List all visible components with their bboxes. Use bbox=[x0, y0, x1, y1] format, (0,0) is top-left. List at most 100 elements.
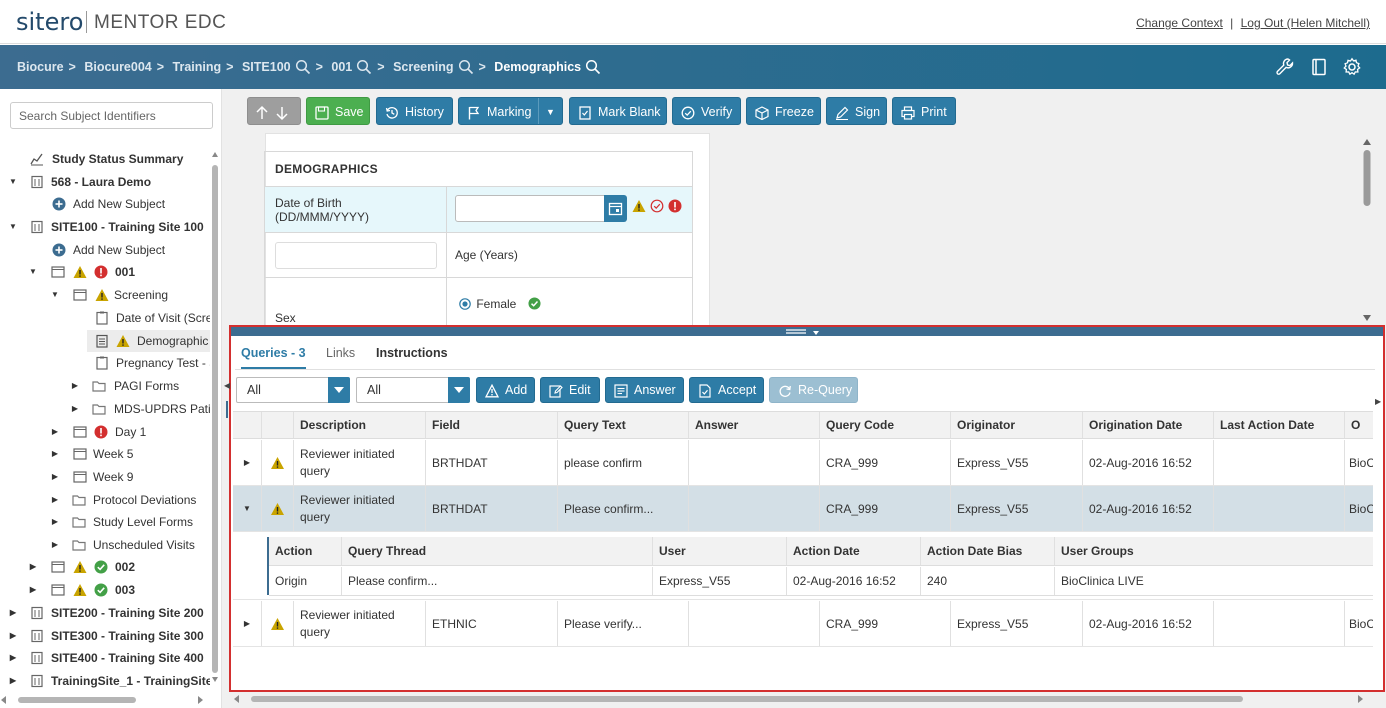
tree-item-subject-002[interactable]: ▶ 002 bbox=[28, 556, 135, 578]
tree-item-subject-003[interactable]: ▶ 003 bbox=[28, 579, 135, 601]
tree-item-week9[interactable]: ▶ Week 9 bbox=[50, 466, 134, 488]
caret-right-icon[interactable]: ▶ bbox=[28, 579, 38, 601]
error-icon[interactable] bbox=[668, 199, 682, 213]
tree-item-date-of-visit[interactable]: Date of Visit (Scre bbox=[95, 307, 210, 329]
thread-column-header[interactable]: Action bbox=[269, 537, 341, 565]
freeze-button[interactable]: Freeze bbox=[746, 97, 821, 125]
tree-item-protocol-deviations[interactable]: ▶ Protocol Deviations bbox=[50, 489, 196, 511]
sidebar-vertical-scrollbar[interactable] bbox=[211, 151, 219, 683]
thread-column-header[interactable]: User Groups bbox=[1054, 537, 1373, 565]
requery-button[interactable]: Re-Query bbox=[769, 377, 858, 403]
column-header[interactable]: O bbox=[1344, 412, 1373, 438]
tree-item-site300[interactable]: ▶ SITE300 - Training Site 300 bbox=[8, 625, 204, 647]
caret-right-icon[interactable]: ▶ bbox=[8, 670, 18, 691]
answer-query-button[interactable]: Answer bbox=[605, 377, 684, 403]
tab-instructions[interactable]: Instructions bbox=[376, 343, 448, 369]
scroll-left-icon[interactable]: ◀ bbox=[224, 381, 230, 390]
form-vertical-scrollbar[interactable] bbox=[1360, 135, 1374, 325]
thread-row[interactable]: Origin Please confirm... Express_V55 02-… bbox=[269, 567, 1373, 596]
tree-item-unscheduled-visits[interactable]: ▶ Unscheduled Visits bbox=[50, 534, 195, 556]
verified-icon[interactable] bbox=[650, 199, 664, 213]
caret-down-icon[interactable]: ▼ bbox=[233, 486, 261, 531]
arrow-up-icon[interactable] bbox=[254, 105, 270, 121]
logout-link[interactable]: Log Out (Helen Mitchell) bbox=[1241, 16, 1370, 30]
breadcrumb-item-site100[interactable]: SITE100 bbox=[242, 60, 291, 74]
tab-links[interactable]: Links bbox=[326, 343, 355, 369]
search-icon[interactable] bbox=[356, 59, 372, 75]
table-row-selected[interactable]: ▼ Reviewer initiated query BRTHDAT Pleas… bbox=[233, 486, 1373, 532]
tree-item-study-level-forms[interactable]: ▶ Study Level Forms bbox=[50, 511, 193, 533]
search-icon[interactable] bbox=[295, 59, 311, 75]
panel-splitter[interactable] bbox=[231, 327, 1383, 336]
tree-item-site400[interactable]: ▶ SITE400 - Training Site 400 bbox=[8, 647, 204, 669]
column-header[interactable]: Origination Date bbox=[1082, 412, 1213, 438]
history-button[interactable]: History bbox=[376, 97, 453, 125]
tree-item-screening[interactable]: ▼ Screening bbox=[50, 284, 168, 306]
caret-down-icon[interactable]: ▼ bbox=[50, 284, 60, 306]
column-header[interactable]: Description bbox=[293, 412, 425, 438]
caret-right-icon[interactable]: ▶ bbox=[233, 601, 261, 646]
type-filter-toggle[interactable] bbox=[448, 377, 470, 403]
breadcrumb-item-biocure[interactable]: Biocure bbox=[17, 60, 64, 74]
caret-right-icon[interactable]: ▶ bbox=[233, 440, 261, 485]
accept-query-button[interactable]: Accept bbox=[689, 377, 764, 403]
thread-column-header[interactable]: Action Date Bias bbox=[920, 537, 1054, 565]
tree-item-pagi-forms[interactable]: ▶ PAGI Forms bbox=[70, 375, 179, 397]
tree-item-week5[interactable]: ▶ Week 5 bbox=[50, 443, 134, 465]
arrow-down-icon[interactable] bbox=[274, 105, 290, 121]
caret-right-icon[interactable]: ▶ bbox=[50, 511, 60, 533]
breadcrumb-item-001[interactable]: 001 bbox=[331, 60, 352, 74]
print-button[interactable]: Print bbox=[892, 97, 956, 125]
tree-item-site100[interactable]: ▼ SITE100 - Training Site 100 bbox=[8, 216, 204, 238]
save-button[interactable]: Save bbox=[306, 97, 370, 125]
add-new-subject-link[interactable]: Add New Subject bbox=[52, 239, 165, 261]
table-row[interactable]: ▶ Reviewer initiated query BRTHDAT pleas… bbox=[233, 440, 1373, 486]
status-filter-select[interactable]: All bbox=[236, 377, 334, 403]
edit-query-button[interactable]: Edit bbox=[540, 377, 600, 403]
grid-horizontal-scrollbar[interactable] bbox=[233, 693, 1371, 705]
caret-right-icon[interactable]: ▶ bbox=[8, 625, 18, 647]
tree-item-demographics[interactable]: Demographic bbox=[87, 330, 210, 352]
add-query-button[interactable]: Add bbox=[476, 377, 535, 403]
column-header[interactable]: Answer bbox=[688, 412, 819, 438]
tree-item-site568[interactable]: ▼ 568 - Laura Demo bbox=[8, 171, 151, 193]
caret-right-icon[interactable]: ▶ bbox=[70, 375, 80, 397]
tree-item-pregnancy-test[interactable]: Pregnancy Test - S bbox=[95, 352, 210, 374]
type-filter-select[interactable]: All bbox=[356, 377, 456, 403]
caret-right-icon[interactable]: ▶ bbox=[50, 466, 60, 488]
sign-button[interactable]: Sign bbox=[826, 97, 887, 125]
tree-item-day1[interactable]: ▶ Day 1 bbox=[50, 421, 146, 443]
table-row[interactable]: ▶ Reviewer initiated query ETHNIC Please… bbox=[233, 601, 1373, 647]
caret-right-icon[interactable]: ▶ bbox=[28, 556, 38, 578]
caret-right-icon[interactable]: ▶ bbox=[8, 647, 18, 669]
caret-down-icon[interactable]: ▼ bbox=[8, 216, 18, 238]
caret-right-icon[interactable]: ▶ bbox=[50, 421, 60, 443]
mark-blank-button[interactable]: Mark Blank bbox=[569, 97, 667, 125]
tab-queries[interactable]: Queries - 3 bbox=[241, 343, 306, 369]
column-header[interactable]: Field bbox=[425, 412, 557, 438]
caret-right-icon[interactable]: ▶ bbox=[50, 443, 60, 465]
breadcrumb-item-training[interactable]: Training bbox=[173, 60, 222, 74]
wrench-icon[interactable] bbox=[1275, 57, 1295, 77]
caret-right-icon[interactable]: ▶ bbox=[50, 534, 60, 556]
dob-input[interactable] bbox=[455, 195, 605, 222]
status-filter-toggle[interactable] bbox=[328, 377, 350, 403]
column-header[interactable]: Originator bbox=[950, 412, 1082, 438]
caret-right-icon[interactable]: ▶ bbox=[8, 602, 18, 624]
gear-icon[interactable] bbox=[1342, 57, 1362, 77]
tree-item-trainingsite1[interactable]: ▶ TrainingSite_1 - TrainingSite bbox=[8, 670, 210, 691]
thread-column-header[interactable]: Action Date bbox=[786, 537, 920, 565]
caret-right-icon[interactable]: ▶ bbox=[70, 398, 80, 420]
chevron-down-icon[interactable]: ▼ bbox=[538, 98, 562, 124]
subject-search-input[interactable] bbox=[10, 102, 213, 129]
sex-option-female[interactable]: Female bbox=[459, 296, 541, 311]
sidebar-horizontal-scrollbar[interactable] bbox=[0, 695, 215, 705]
caret-right-icon[interactable]: ▶ bbox=[50, 489, 60, 511]
marking-dropdown-button[interactable]: Marking ▼ bbox=[458, 97, 563, 125]
caret-down-icon[interactable]: ▼ bbox=[8, 171, 18, 193]
breadcrumb-item-screening[interactable]: Screening bbox=[393, 60, 453, 74]
column-header[interactable]: Query Code bbox=[819, 412, 950, 438]
add-new-subject-link[interactable]: Add New Subject bbox=[52, 193, 165, 215]
warning-icon[interactable] bbox=[632, 199, 646, 213]
breadcrumb-item-biocure004[interactable]: Biocure004 bbox=[84, 60, 151, 74]
